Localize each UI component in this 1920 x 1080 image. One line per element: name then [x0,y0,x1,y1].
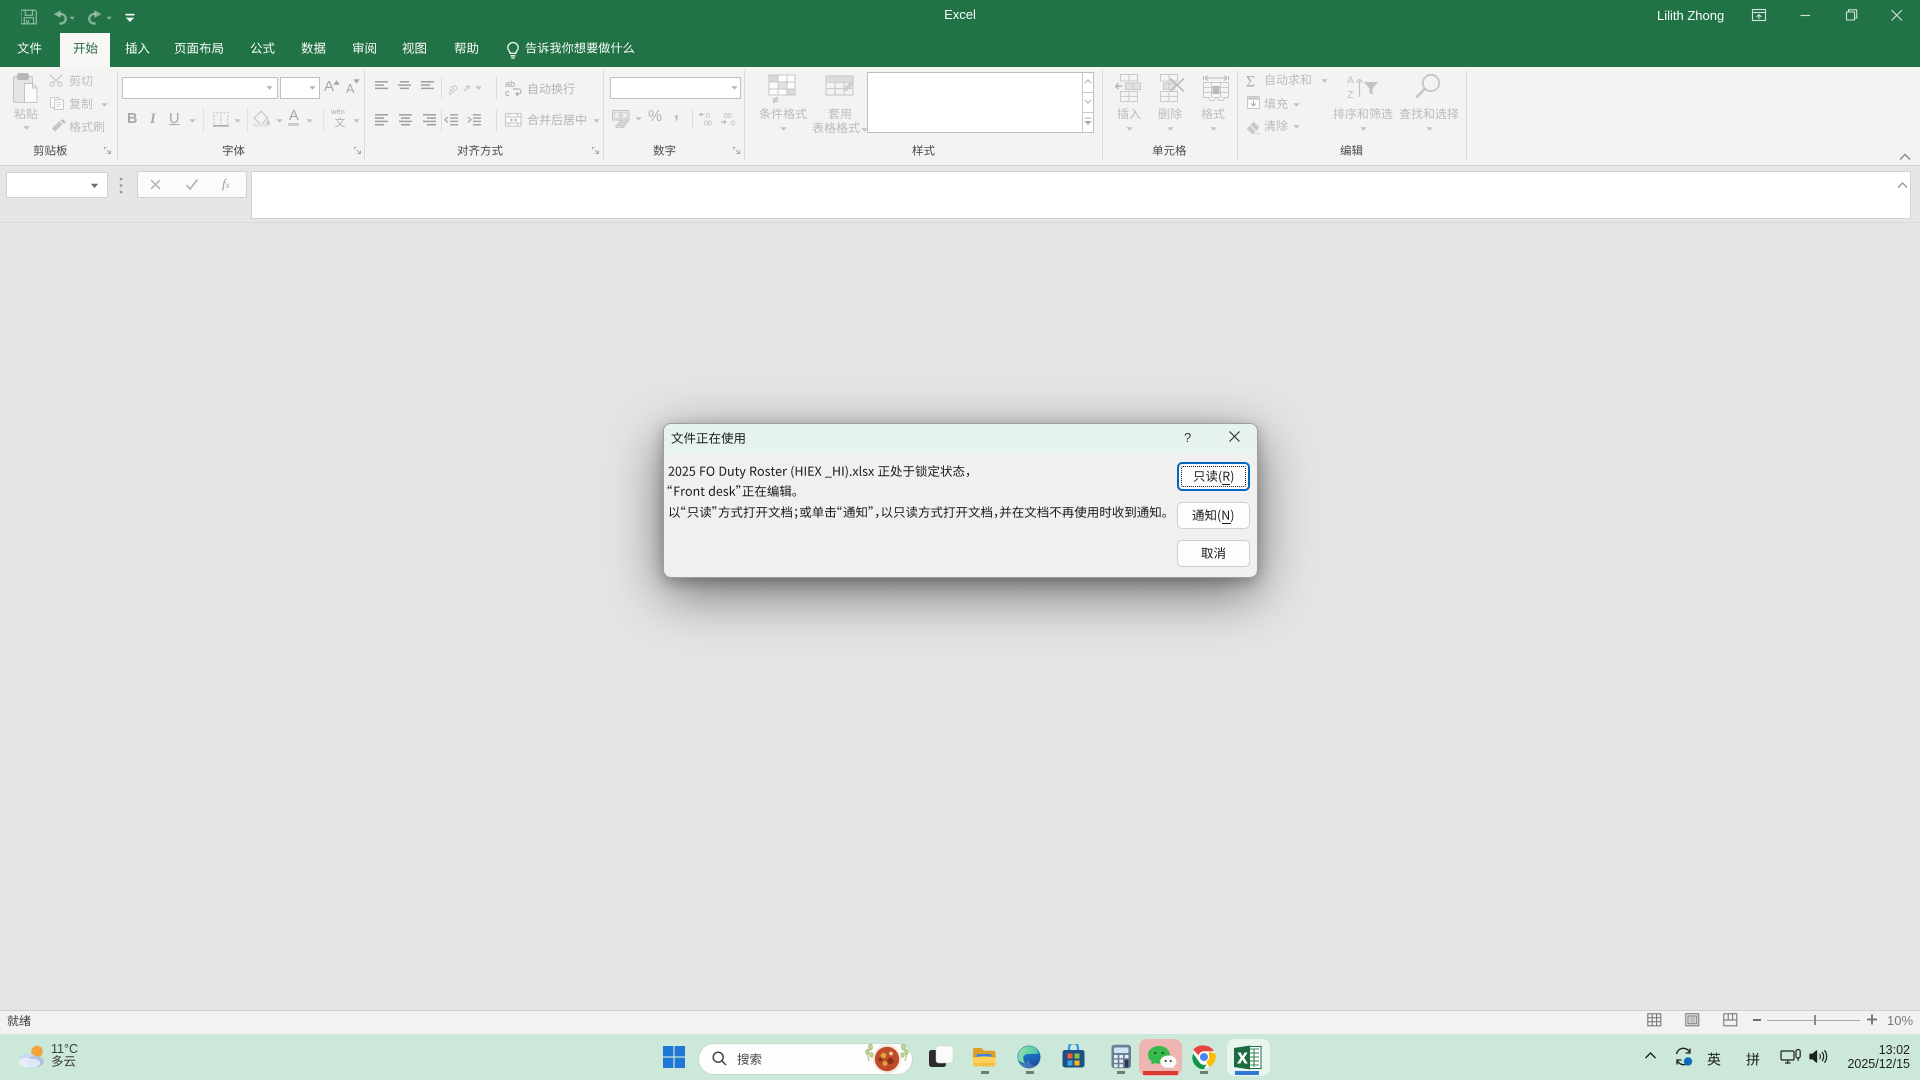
svg-text:c: c [505,88,510,97]
svg-text:?: ? [1184,430,1191,445]
svg-text:Σ: Σ [1246,74,1255,90]
svg-text:A: A [1347,75,1354,87]
svg-text:.00: .00 [722,113,732,120]
svg-text:.00: .00 [702,121,712,127]
svg-text:wén: wén [330,107,345,116]
svg-text:≠: ≠ [773,95,778,104]
svg-text:ab: ab [449,82,461,97]
svg-text:Z: Z [1347,89,1354,101]
svg-text:.0: .0 [704,113,710,120]
svg-text:.0: .0 [729,121,735,127]
